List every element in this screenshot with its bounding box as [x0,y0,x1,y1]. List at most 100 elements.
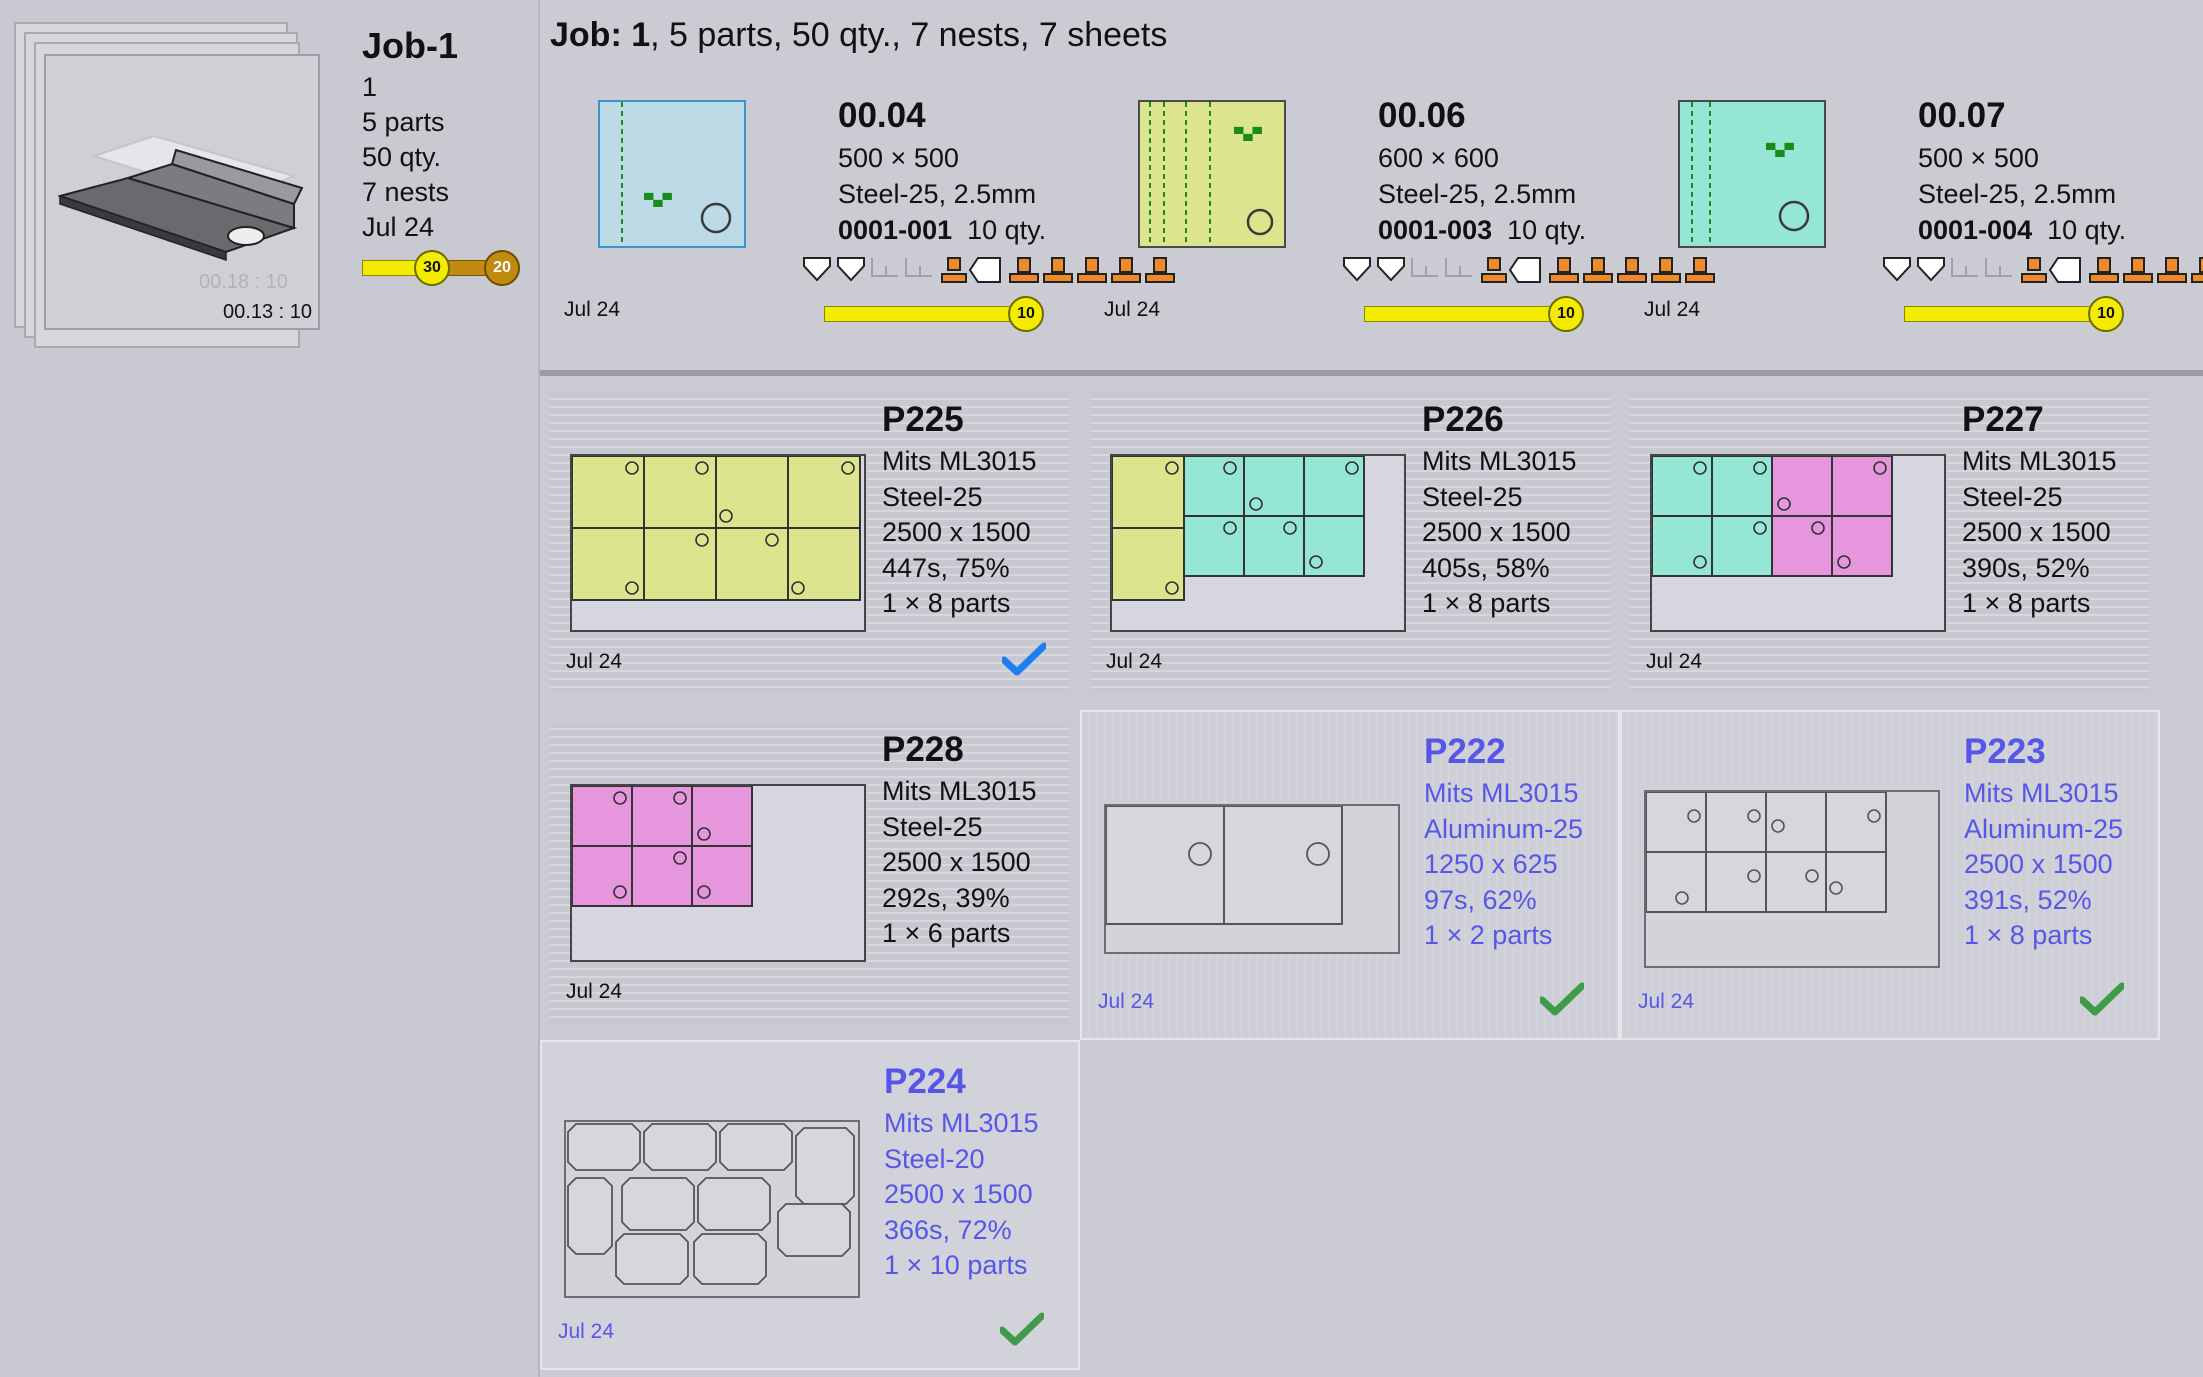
program-material: Aluminum-25 [1964,813,2124,844]
program-date: Jul 24 [1646,650,1703,673]
nest-part-id: 0001-003 [1378,215,1493,245]
nest-operation-icons [1882,254,2203,290]
program-size: 2500 x 1500 [882,517,1031,547]
program-size: 2500 x 1500 [1964,849,2113,879]
program-sheet-preview [1104,804,1400,954]
program-sheet-preview [1644,790,1940,968]
nest-code: 00.07 [1918,96,2006,135]
program-stats: 97s, 62% [1424,884,1537,915]
program-machine: Mits ML3015 [1424,778,1579,808]
program-sheet-preview [564,1120,860,1298]
checkmark-icon [2080,982,2124,1016]
job-qty: 50 qty. [362,142,442,172]
nest-code: 00.06 [1378,96,1466,135]
progress-count: 10 [1548,296,1584,332]
program-size: 2500 x 1500 [884,1179,1033,1209]
program-sheet-preview [1650,454,1946,632]
program-parts: 1 × 8 parts [1962,588,2091,618]
program-size: 1250 x 625 [1424,849,1558,879]
progress-count: 10 [2088,296,2124,332]
program-stats: 390s, 52% [1962,552,2090,583]
program-material: Steel-20 [884,1143,985,1174]
section-divider [540,370,2203,376]
program-size: 2500 x 1500 [1422,517,1571,547]
program-parts: 1 × 2 parts [1424,920,1553,950]
job-number: 1 [362,72,378,102]
program-machine: Mits ML3015 [882,446,1037,476]
program-stats: 447s, 75% [882,552,1010,583]
progress-fill [824,306,1026,322]
header-summary: , 5 parts, 50 qty., 7 nests, 7 sheets [650,16,1168,54]
svg-text:▀▄▀: ▀▄▀ [1765,142,1794,157]
program-card[interactable]: P222 Mits ML3015 Aluminum-25 1250 x 625 … [1080,710,1620,1040]
job-summary-header: Job: 1, 5 parts, 50 qty., 7 nests, 7 she… [550,16,1167,55]
program-stats: 405s, 58% [1422,552,1550,583]
program-machine: Mits ML3015 [1964,778,2119,808]
progress-fill [1904,306,2106,322]
nest-card[interactable]: ▀▄▀ 00.04 500 × 500 Steel-25, 2.5mm 0001… [552,96,1175,336]
nest-time: 00.13 : 10 [223,301,312,323]
job-info: Job-1 1 5 parts 50 qty. 7 nests Jul 24 [362,24,458,245]
nest-card[interactable]: ▀▄▀ 00.07 500 × 500 Steel-25, 2.5mm 0001… [1632,96,2203,336]
program-name: P227 [1962,400,2044,439]
program-card[interactable]: P223 Mits ML3015 Aluminum-25 2500 x 1500… [1620,710,2160,1040]
program-machine: Mits ML3015 [882,776,1037,806]
nest-part-id: 0001-004 [1918,215,2033,245]
program-size: 2500 x 1500 [882,847,1031,877]
header-label: Job: [550,16,622,54]
job-panel: 00.18 : 10 00.13 : 10 Job-1 1 5 parts 50… [0,0,540,1377]
program-parts: 1 × 8 parts [1422,588,1551,618]
nest-progress-bar: 10 [824,296,1044,332]
program-card[interactable]: P226 Mits ML3015 Steel-25 2500 x 1500 40… [1090,392,1610,694]
program-date: Jul 24 [566,980,623,1003]
checkmark-icon [1002,642,1046,676]
nest-progress-bar: 10 [1904,296,2124,332]
program-parts: 1 × 8 parts [882,588,1011,618]
job-title[interactable]: Job-1 [362,24,458,68]
header-number: 1 [631,16,651,54]
program-sheet-preview [1110,454,1406,632]
program-machine: Mits ML3015 [1962,446,2117,476]
program-date: Jul 24 [1098,990,1155,1013]
nest-part-id: 0001-001 [838,215,953,245]
program-name: P224 [884,1062,966,1101]
nest-material: Steel-25, 2.5mm [1918,179,2117,209]
nest-qty: 10 qty. [1507,215,1587,245]
program-parts: 1 × 6 parts [882,918,1011,948]
nest-sheet-preview: ▀▄▀ [1678,100,1826,248]
nest-progress-bar: 10 [1364,296,1584,332]
job-parts: 5 parts [362,107,445,137]
program-sheet-preview [570,784,866,962]
program-card[interactable]: P227 Mits ML3015 Steel-25 2500 x 1500 39… [1630,392,2150,694]
nest-size: 500 × 500 [1918,143,2039,173]
nest-sheet-preview: ▀▄▀ [1138,100,1286,248]
nest-material: Steel-25, 2.5mm [1378,179,1577,209]
job-thumbnail[interactable]: 00.18 : 10 00.13 : 10 [44,54,320,330]
checkmark-icon [1540,982,1584,1016]
nest-qty: 10 qty. [2047,215,2127,245]
job-nests: 7 nests [362,177,450,207]
program-stats: 366s, 72% [884,1214,1012,1245]
program-name: P228 [882,730,964,769]
program-stats: 391s, 52% [1964,884,2092,915]
program-stats: 292s, 39% [882,882,1010,913]
program-machine: Mits ML3015 [1422,446,1577,476]
nest-date: Jul 24 [564,298,621,321]
program-size: 2500 x 1500 [1962,517,2111,547]
program-card[interactable]: P225 Mits ML3015 Steel-25 2500 x 1500 44… [550,392,1070,694]
nest-size: 600 × 600 [1378,143,1499,173]
nest-size: 500 × 500 [838,143,959,173]
checkmark-icon [1000,1312,1044,1346]
program-name: P226 [1422,400,1504,439]
program-card[interactable]: P224 Mits ML3015 Steel-20 2500 x 1500 36… [540,1040,1080,1370]
progress-badge-yellow: 30 [414,250,450,286]
program-date: Jul 24 [566,650,623,673]
ghost-time: 00.18 : 10 [199,271,288,293]
program-material: Steel-25 [1422,481,1523,512]
job-progress-bar: 30 20 [362,248,526,288]
nest-card[interactable]: ▀▄▀ 00.06 600 × 600 Steel-25, 2.5mm 0001… [1092,96,1715,336]
program-card[interactable]: P228 Mits ML3015 Steel-25 2500 x 1500 29… [550,722,1070,1024]
program-name: P223 [1964,732,2046,771]
progress-count: 10 [1008,296,1044,332]
nest-qty: 10 qty. [967,215,1047,245]
